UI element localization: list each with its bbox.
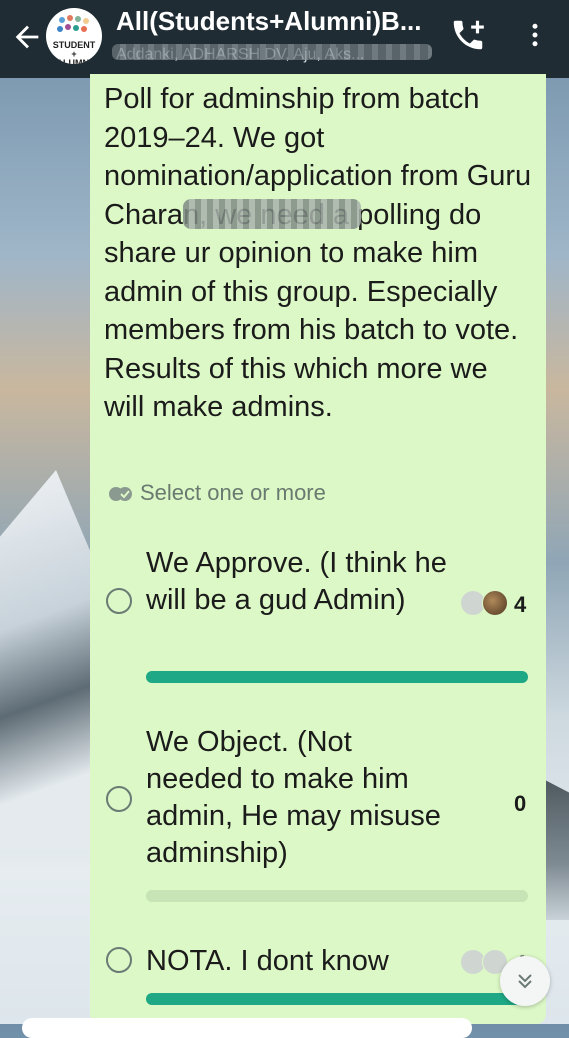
redaction-scribble (112, 44, 432, 60)
double-chevron-down-icon (518, 974, 532, 989)
poll-bar-fill-approve (146, 671, 528, 683)
call-add-icon[interactable] (448, 16, 488, 54)
poll-option-count-approve: 4 (514, 592, 527, 617)
avatar-label: STUDENT + ALUMNI (52, 40, 96, 65)
poll-option-label-approve[interactable]: We Approve. (I think he will be a gud Ad… (146, 545, 456, 619)
group-title[interactable]: All(Students+Alumni)B... (116, 6, 436, 37)
poll-bar-fill-nota (146, 993, 528, 1005)
group-avatar[interactable]: STUDENT + ALUMNI (46, 8, 102, 64)
poll-option-label-nota[interactable]: NOTA. I dont know (146, 943, 456, 980)
poll-hint-text: Select one or more (140, 480, 326, 505)
message-input[interactable] (22, 1018, 472, 1038)
scroll-to-bottom-button[interactable] (500, 956, 550, 1006)
redaction-scribble (183, 199, 361, 229)
poll-option-radio-approve[interactable] (106, 588, 132, 614)
avatar-people-icon (57, 15, 89, 32)
poll-option-label-object[interactable]: We Object. (Not needed to make him admin… (146, 724, 456, 872)
poll-option-radio-object[interactable] (106, 786, 132, 812)
voter-avatar[interactable] (482, 590, 508, 616)
poll-bar-approve (146, 671, 528, 683)
poll-hint: Select one or more (108, 480, 326, 506)
poll-bar-nota (146, 993, 528, 1005)
poll-bar-object (146, 890, 528, 902)
more-vert-icon[interactable] (520, 18, 550, 52)
poll-option-radio-nota[interactable] (106, 947, 132, 973)
check-double-icon (109, 487, 132, 502)
poll-option-count-object: 0 (514, 791, 527, 816)
chat-header: STUDENT + ALUMNI All(Students+Alumni)B..… (0, 0, 569, 78)
back-arrow-icon[interactable] (10, 20, 44, 54)
poll-question: Poll for adminship from batch 2019–24. W… (104, 83, 532, 423)
